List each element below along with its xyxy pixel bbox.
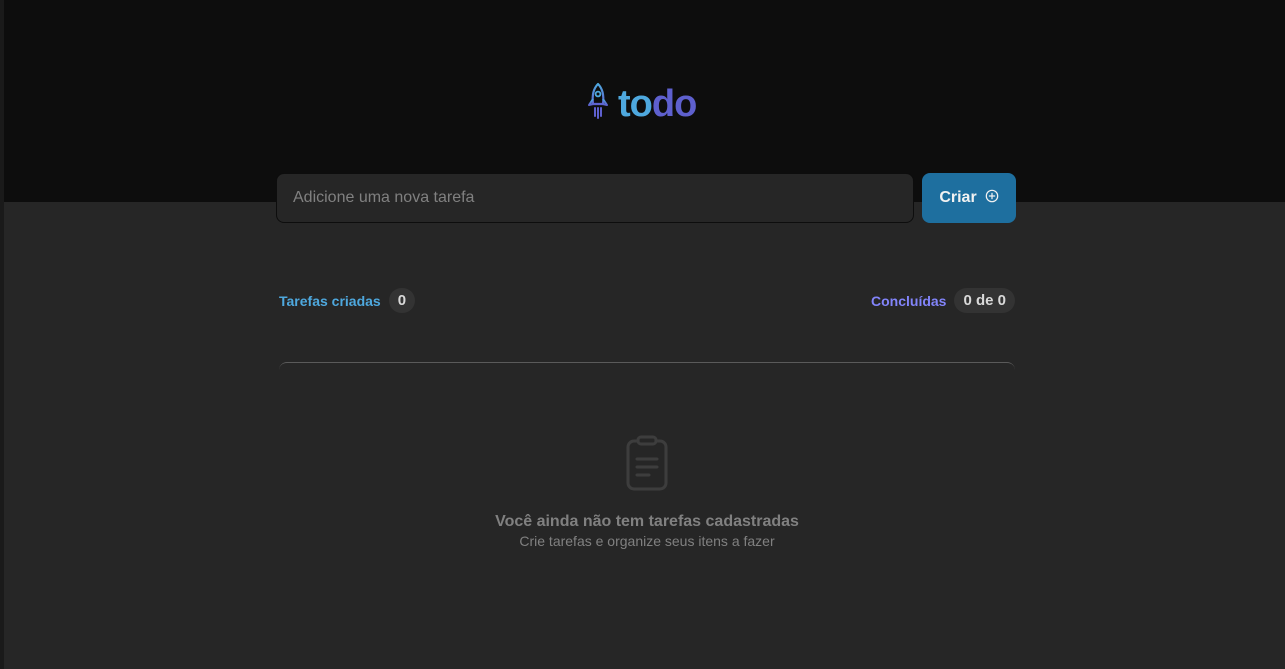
rocket-icon [586,82,610,127]
empty-state: Você ainda não tem tarefas cadastradas C… [279,435,1015,550]
created-tasks-badge: 0 [388,288,416,313]
new-task-input[interactable] [276,173,914,223]
done-tasks-label: Concluídas [871,292,947,309]
created-tasks-label: Tarefas criadas [279,292,381,309]
task-list: Você ainda não tem tarefas cadastradas C… [279,362,1015,602]
logo-text-do: do [651,83,697,125]
empty-state-title: Você ainda não tem tarefas cadastradas [495,513,799,530]
logo: todo [586,82,697,127]
header: todo [4,0,1285,202]
plus-circle-icon [985,189,999,208]
empty-state-subtitle: Crie tarefas e organize seus itens a faz… [519,533,775,549]
created-tasks-counter: Tarefas criadas 0 [279,288,416,313]
done-tasks-badge: 0 de 0 [954,288,1015,313]
logo-text: todo [618,82,697,126]
logo-text-to: to [618,83,653,125]
done-tasks-counter: Concluídas 0 de 0 [871,288,1015,313]
task-counters: Tarefas criadas 0 Concluídas 0 de 0 [279,288,1015,313]
create-task-button[interactable]: Criar [922,173,1016,223]
clipboard-icon [625,435,669,498]
new-task-form: Criar [276,173,1016,223]
create-button-label: Criar [939,189,977,206]
